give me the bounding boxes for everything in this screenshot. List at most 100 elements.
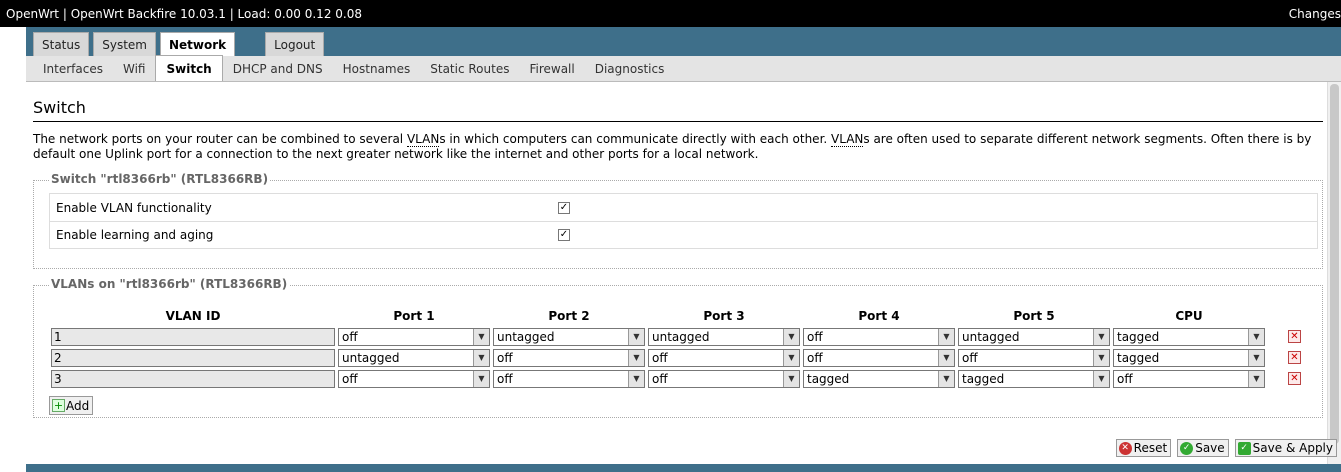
subtab-static-routes[interactable]: Static Routes <box>420 57 519 81</box>
reset-label: Reset <box>1133 441 1168 455</box>
save-button[interactable]: ✓ Save <box>1177 439 1229 457</box>
save-apply-button[interactable]: ✓ Save & Apply <box>1234 439 1337 457</box>
select-value: tagged <box>1117 329 1160 344</box>
cpu-select[interactable]: off ▼ <box>1113 369 1265 388</box>
select-value: off <box>962 350 978 365</box>
chevron-down-icon: ▼ <box>473 349 489 366</box>
select-value: off <box>342 329 358 344</box>
port-select[interactable]: untagged ▼ <box>648 327 800 346</box>
port-select[interactable]: tagged ▼ <box>958 369 1110 388</box>
changes-link[interactable]: Changes <box>1289 7 1341 21</box>
option-label-learning: Enable learning and aging <box>56 228 214 242</box>
desc-abbr-vlan-2: VLAN <box>831 132 864 147</box>
vertical-scrollbar[interactable] <box>1327 82 1341 464</box>
chevron-down-icon: ▼ <box>628 370 644 387</box>
subtab-hostnames[interactable]: Hostnames <box>333 57 421 81</box>
subtab-switch[interactable]: Switch <box>155 55 223 81</box>
chevron-down-icon: ▼ <box>783 328 799 345</box>
col-port-4: Port 4 <box>858 309 900 323</box>
chevron-down-icon: ▼ <box>938 349 954 366</box>
select-value: off <box>652 371 668 386</box>
option-row-vlan: Enable VLAN functionality ✓ <box>49 193 1318 221</box>
scrollbar-thumb[interactable] <box>1330 84 1339 444</box>
subtab-wifi[interactable]: Wifi <box>113 57 156 81</box>
port-select[interactable]: untagged ▼ <box>958 327 1110 346</box>
header-title: OpenWrt | OpenWrt Backfire 10.03.1 | Loa… <box>6 6 362 21</box>
action-bar: ✕ Reset ✓ Save ✓ Save & Apply <box>1110 439 1337 457</box>
chevron-down-icon: ▼ <box>628 349 644 366</box>
page-title: Switch <box>33 98 86 117</box>
port-select[interactable]: tagged ▼ <box>803 369 955 388</box>
col-port-2: Port 2 <box>548 309 590 323</box>
desc-part-2: s in which computers can communicate dir… <box>439 132 832 146</box>
reset-button[interactable]: ✕ Reset <box>1115 439 1172 457</box>
checkbox-enable-vlan[interactable]: ✓ <box>558 201 570 214</box>
select-value: tagged <box>962 371 1005 386</box>
desc-abbr-vlan-1: VLAN <box>406 132 440 147</box>
chevron-down-icon: ▼ <box>1248 328 1264 345</box>
chevron-down-icon: ▼ <box>1093 370 1109 387</box>
table-row: 3 off ▼ off ▼ off ▼ tagged ▼ tagged ▼ off ▼ ✕ <box>51 368 1301 389</box>
col-delete <box>1268 306 1301 326</box>
col-port-5: Port 5 <box>1013 309 1055 323</box>
option-label-vlan: Enable VLAN functionality <box>56 200 212 215</box>
chevron-down-icon: ▼ <box>1248 370 1264 387</box>
left-gutter <box>0 27 26 472</box>
tab-logout[interactable]: Logout <box>265 32 325 56</box>
subtab-diagnostics[interactable]: Diagnostics <box>585 57 675 81</box>
vlan-id-input[interactable]: 3 <box>51 369 335 388</box>
reset-icon: ✕ <box>1118 441 1132 455</box>
subtab-interfaces[interactable]: Interfaces <box>33 57 113 81</box>
port-select[interactable]: off ▼ <box>803 327 955 346</box>
chevron-down-icon: ▼ <box>938 328 954 345</box>
save-label: Save <box>1195 441 1225 455</box>
chevron-down-icon: ▼ <box>938 370 954 387</box>
chevron-down-icon: ▼ <box>1093 349 1109 366</box>
port-select[interactable]: off ▼ <box>648 348 800 367</box>
port-select[interactable]: off ▼ <box>493 369 645 388</box>
select-value: tagged <box>1117 350 1160 365</box>
delete-icon[interactable]: ✕ <box>1288 330 1301 343</box>
port-select[interactable]: off ▼ <box>493 348 645 367</box>
select-value: off <box>1117 371 1133 386</box>
tab-status[interactable]: Status <box>33 32 90 56</box>
chevron-down-icon: ▼ <box>1248 349 1264 366</box>
col-cpu: CPU <box>1175 309 1203 323</box>
select-value: off <box>497 371 513 386</box>
add-vlan-button[interactable]: + Add <box>49 396 94 415</box>
port-select[interactable]: untagged ▼ <box>493 327 645 346</box>
port-select[interactable]: untagged ▼ <box>338 348 490 367</box>
col-vlan-id: VLAN ID <box>165 309 221 323</box>
port-select[interactable]: off ▼ <box>958 348 1110 367</box>
port-select[interactable]: off ▼ <box>338 369 490 388</box>
delete-icon[interactable]: ✕ <box>1288 372 1301 385</box>
port-select[interactable]: off ▼ <box>803 348 955 367</box>
vlan-id-input[interactable]: 2 <box>51 348 335 367</box>
vlan-table: VLAN ID Port 1 Port 2 Port 3 Port 4 Port… <box>48 306 1304 389</box>
subtab-firewall[interactable]: Firewall <box>519 57 584 81</box>
select-value: tagged <box>807 371 850 386</box>
add-label: Add <box>66 398 90 413</box>
vlan-section: VLANs on "rtl8366rb" (RTL8366RB) VLAN ID… <box>33 277 1323 418</box>
save-icon: ✓ <box>1180 441 1194 455</box>
select-value: off <box>497 350 513 365</box>
vlan-id-input[interactable]: 1 <box>51 327 335 346</box>
port-select[interactable]: off ▼ <box>648 369 800 388</box>
desc-part-1: The network ports on your router can be … <box>33 132 407 146</box>
select-value: untagged <box>962 329 1020 344</box>
main-tabs: Status System Network Logout <box>33 32 328 57</box>
apply-icon: ✓ <box>1237 441 1251 455</box>
table-row: 1 off ▼ untagged ▼ untagged ▼ off ▼ untagged… <box>51 326 1301 347</box>
option-row-learning: Enable learning and aging ✓ <box>49 221 1318 249</box>
checkbox-enable-learning[interactable]: ✓ <box>558 229 570 241</box>
delete-icon[interactable]: ✕ <box>1288 351 1301 364</box>
subtab-dhcp-dns[interactable]: DHCP and DNS <box>223 57 333 81</box>
cpu-select[interactable]: tagged ▼ <box>1113 348 1265 367</box>
tab-network[interactable]: Network <box>160 32 236 57</box>
tab-system[interactable]: System <box>93 32 156 56</box>
cpu-select[interactable]: tagged ▼ <box>1113 327 1265 346</box>
port-select[interactable]: off ▼ <box>338 327 490 346</box>
chevron-down-icon: ▼ <box>783 349 799 366</box>
select-value: untagged <box>497 329 555 344</box>
title-divider <box>33 121 1323 122</box>
